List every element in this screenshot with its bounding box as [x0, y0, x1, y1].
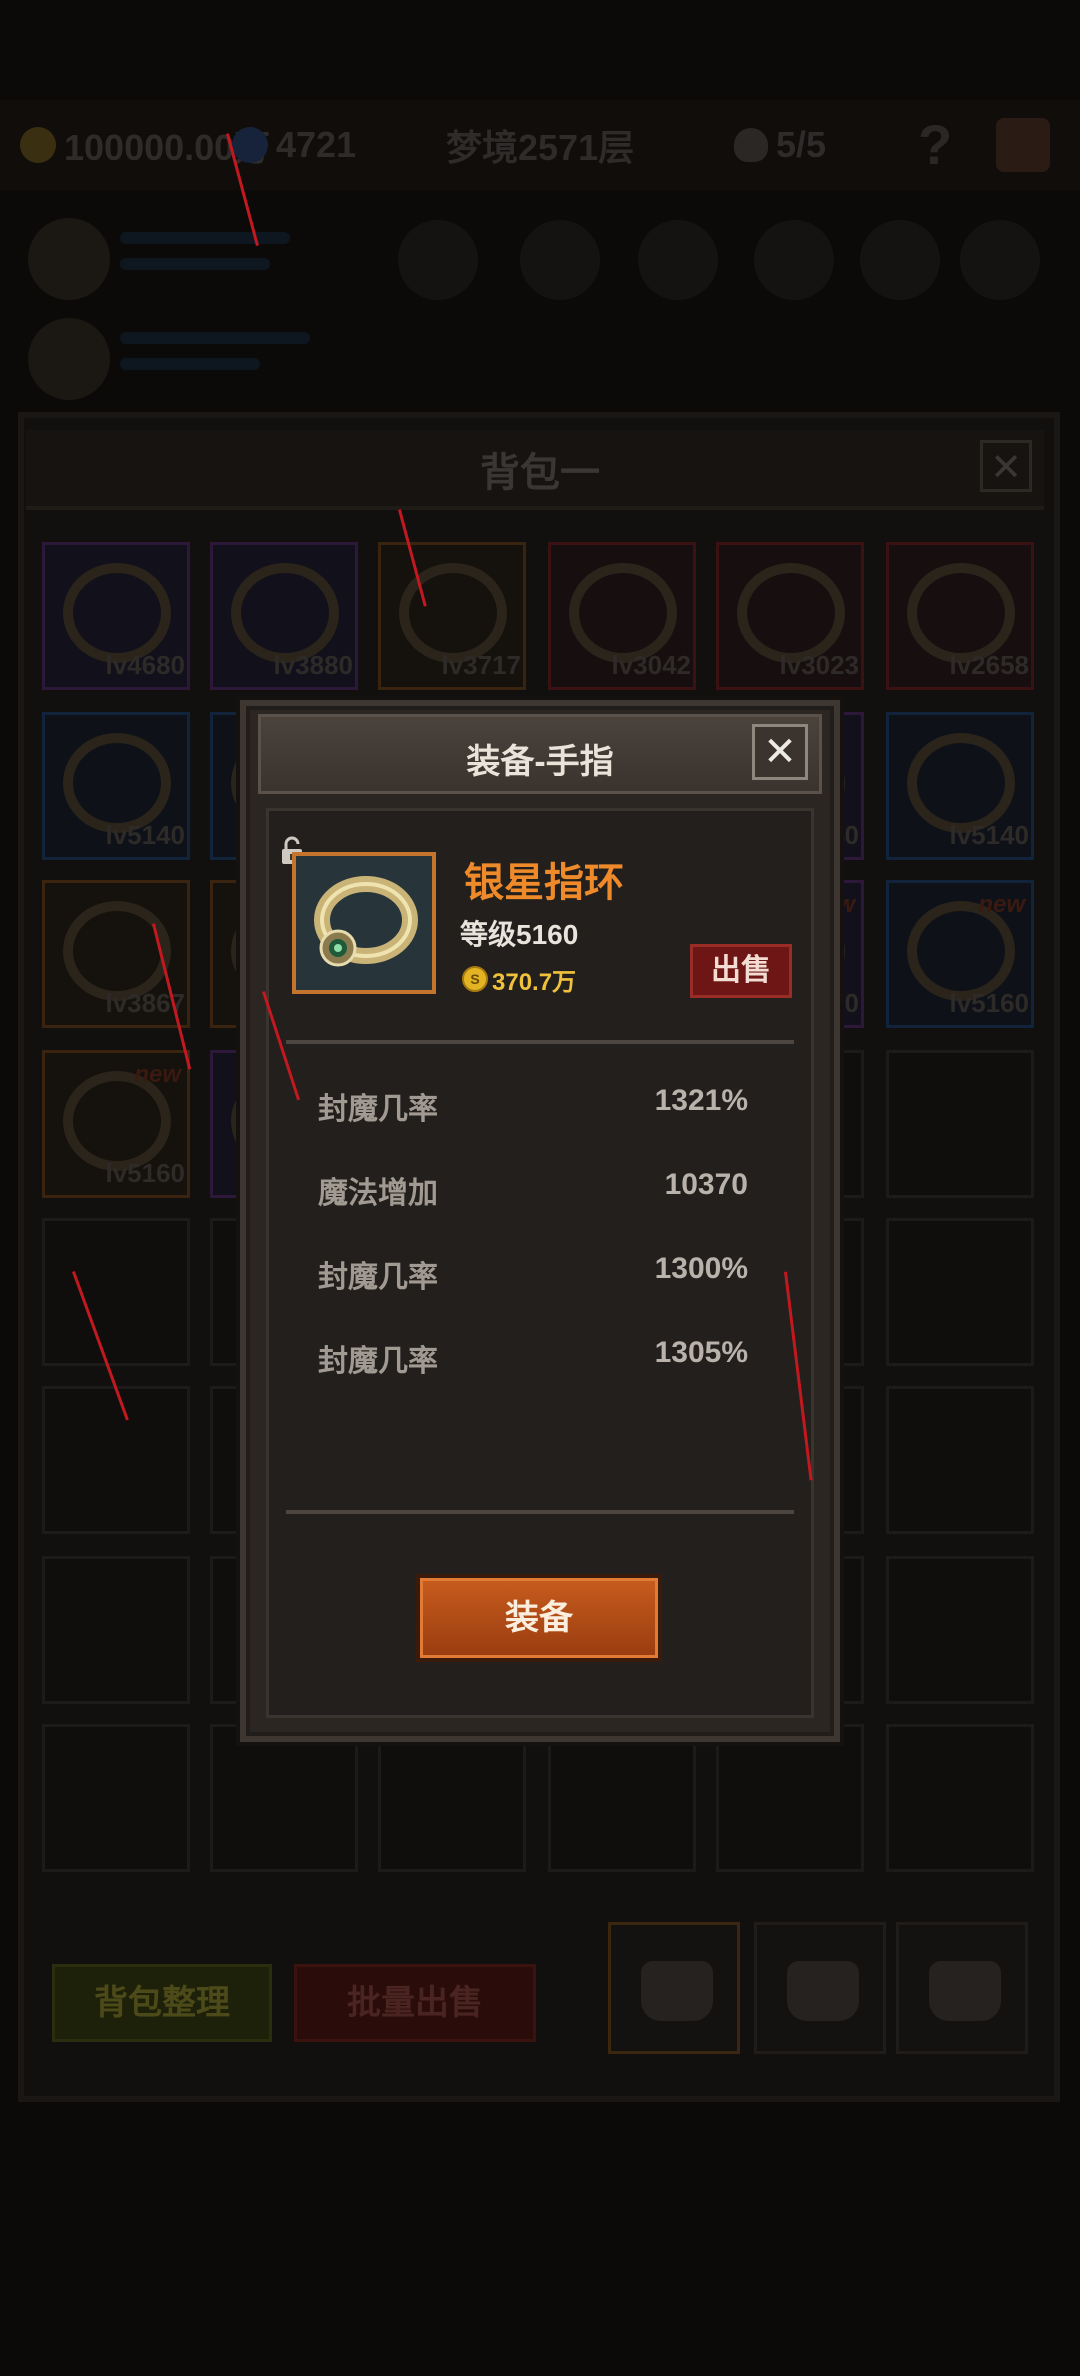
inventory-slot[interactable]: lv3717 [378, 542, 526, 690]
dream-floor: 梦境2571层 [446, 120, 634, 170]
inventory-slot[interactable]: lv3042 [548, 542, 696, 690]
sort-backpack-button[interactable]: 背包整理 [52, 1964, 272, 2042]
backpack-tab-1[interactable] [608, 1922, 740, 2054]
slot-level: lv5140 [949, 820, 1029, 850]
bulk-sell-button[interactable]: 批量出售 [294, 1964, 536, 2042]
equip-slot-gloves-icon[interactable] [754, 220, 834, 300]
inventory-slot[interactable]: lv3023 [716, 542, 864, 690]
empty-inventory-slot[interactable] [886, 1050, 1034, 1198]
hero-2-mp-bar [120, 358, 260, 370]
bag-icon [787, 1961, 859, 2021]
new-badge: new [134, 1061, 181, 1088]
empty-inventory-slot[interactable] [42, 1218, 190, 1366]
bag-icon [641, 1961, 713, 2021]
empty-inventory-slot[interactable] [210, 1724, 358, 1872]
skull-icon [734, 128, 768, 162]
empty-inventory-slot[interactable] [716, 1724, 864, 1872]
stat-value: 1300% [654, 1252, 748, 1285]
item-thumbnail-icon [399, 563, 507, 663]
item-thumbnail-icon [63, 901, 171, 1001]
empty-inventory-slot[interactable] [886, 1556, 1034, 1704]
new-badge: new [978, 891, 1025, 918]
hero-1-hp-bar [120, 232, 290, 244]
dialog-close-button[interactable]: ✕ [752, 724, 808, 780]
empty-inventory-slot[interactable] [886, 1724, 1034, 1872]
equip-slot-weapon-icon[interactable] [520, 220, 600, 300]
equip-slot-boots-icon[interactable] [860, 220, 940, 300]
inventory-slot[interactable]: lv4680 [42, 542, 190, 690]
backpack-tab-3[interactable] [896, 1922, 1028, 2054]
empty-inventory-slot[interactable] [42, 1386, 190, 1534]
item-level: 等级5160 [460, 919, 579, 950]
inventory-slot[interactable]: lv3880 [210, 542, 358, 690]
equip-slot-helmet-icon[interactable] [398, 220, 478, 300]
item-thumbnail-icon [63, 563, 171, 663]
skull-counter: 5/5 [734, 120, 826, 170]
coin-icon: S [462, 966, 488, 992]
empty-inventory-slot[interactable] [886, 1218, 1034, 1366]
hero-2-hp-bar [120, 332, 310, 344]
equip-slot-armor-icon[interactable] [638, 220, 718, 300]
empty-inventory-slot[interactable] [378, 1724, 526, 1872]
slot-level: lv5140 [105, 820, 185, 850]
slot-level: lv5160 [949, 988, 1029, 1018]
item-price: 370.7万 [492, 969, 577, 996]
dream-floor-label: 梦境2571层 [446, 127, 635, 168]
empty-inventory-slot[interactable] [548, 1724, 696, 1872]
silver-star-ring-icon [314, 876, 418, 967]
item-thumbnail-icon [231, 563, 339, 663]
inventory-slot[interactable]: lv5160 new [42, 1050, 190, 1198]
backpack-title: 背包一 [480, 451, 600, 495]
slot-level: lv4680 [105, 650, 185, 680]
slot-level: lv3042 [611, 650, 691, 680]
backpack-tab-2[interactable] [754, 1922, 886, 2054]
stat-value: 1321% [654, 1084, 748, 1117]
item-thumbnail-icon [569, 563, 677, 663]
divider-bottom [286, 1510, 794, 1514]
empty-inventory-slot[interactable] [42, 1724, 190, 1872]
gem-icon [232, 127, 268, 163]
stat-name: 封魔几率 [318, 1093, 438, 1126]
item-thumbnail-icon [907, 563, 1015, 663]
inventory-slot[interactable]: lv2658 [886, 542, 1034, 690]
gem-counter: 4721 [232, 120, 356, 170]
equip-button[interactable]: 装备 [420, 1578, 658, 1658]
sell-button[interactable]: 出售 [690, 944, 792, 998]
item-icon-frame [292, 852, 436, 994]
bag-icon [929, 1961, 1001, 2021]
stat-name: 封魔几率 [318, 1261, 438, 1294]
hero-1-mp-bar [120, 258, 270, 270]
stat-name: 封魔几率 [318, 1345, 438, 1378]
player-avatar-icon[interactable] [996, 118, 1050, 172]
item-name: 银星指环 [464, 861, 624, 905]
item-thumbnail-icon [737, 563, 845, 663]
hero-portrait-1[interactable] [28, 218, 110, 300]
gem-amount: 4721 [276, 124, 357, 165]
dialog-title: 装备-手指 [466, 743, 614, 781]
stat-value: 10370 [664, 1168, 748, 1201]
hero-portrait-2[interactable] [28, 318, 110, 400]
inventory-slot[interactable]: lv5160 new [886, 880, 1034, 1028]
help-button[interactable]: ? [918, 112, 952, 177]
slot-level: lv5160 [105, 1158, 185, 1188]
inventory-slot[interactable]: lv3867 [42, 880, 190, 1028]
skull-count: 5/5 [776, 124, 827, 165]
backpack-close-button[interactable]: ✕ [980, 440, 1032, 492]
equip-slot-ring-icon[interactable] [960, 220, 1040, 300]
divider-top [286, 1040, 794, 1044]
empty-inventory-slot[interactable] [886, 1386, 1034, 1534]
stat-name: 魔法增加 [318, 1177, 438, 1210]
gold-coin-icon [20, 127, 56, 163]
slot-level: lv3717 [441, 650, 521, 680]
slot-level: lv3023 [779, 650, 859, 680]
slot-level: lv3880 [273, 650, 353, 680]
empty-inventory-slot[interactable] [42, 1556, 190, 1704]
slot-level: lv2658 [949, 650, 1029, 680]
stat-value: 1305% [654, 1336, 748, 1369]
